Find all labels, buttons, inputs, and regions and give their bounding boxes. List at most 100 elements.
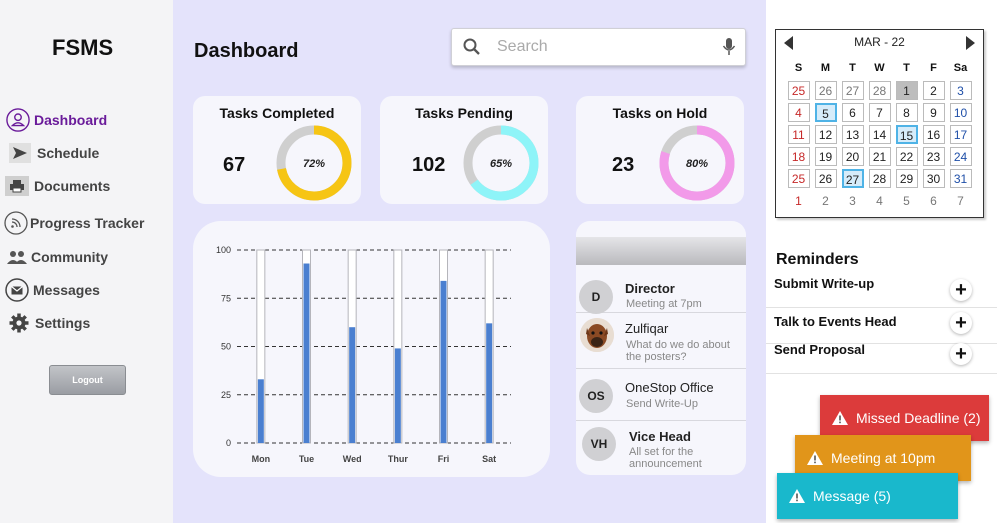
y-tick-label: 75	[221, 293, 231, 303]
notification-message[interactable]: Message (5)	[777, 473, 958, 519]
calendar-day-marked[interactable]: 27	[841, 169, 864, 188]
search-input[interactable]	[497, 38, 717, 56]
reminder-text: Send Proposal	[774, 342, 866, 357]
calendar-day[interactable]: 7	[949, 191, 972, 210]
bar-chart: 0 25 50 75 100 Mon Tue Wed Thur Fri Sat	[216, 245, 511, 464]
message-sender: Director	[625, 281, 675, 296]
calendar-day[interactable]: 27	[841, 81, 864, 100]
calendar-day[interactable]: 3	[841, 191, 864, 210]
calendar-day-marked[interactable]: 5	[814, 103, 837, 122]
calendar-month: MAR - 22	[854, 35, 905, 49]
calendar-day[interactable]: 14	[868, 125, 891, 144]
y-tick-label: 25	[221, 390, 231, 400]
weekday-label: S	[794, 62, 803, 74]
calendar-day[interactable]: 17	[949, 125, 972, 144]
calendar-day[interactable]: 25	[787, 81, 810, 100]
calendar-day[interactable]: 13	[841, 125, 864, 144]
calendar-day[interactable]: 18	[787, 147, 810, 166]
nav-dashboard[interactable]: Dashboard	[6, 106, 107, 134]
nav-documents-label: Documents	[34, 178, 111, 194]
avatar: VH	[582, 427, 616, 461]
page-title: Dashboard	[194, 40, 299, 62]
gear-icon	[8, 311, 30, 335]
calendar-day[interactable]: 28	[868, 169, 891, 188]
bar	[349, 327, 356, 443]
weekday-label: T	[903, 62, 910, 74]
notification-label: Missed Deadline (2)	[856, 410, 981, 426]
main-content: Dashboard Tasks Completed 67 72% Tasks P…	[173, 0, 766, 523]
calendar-day[interactable]: 2	[922, 81, 945, 100]
nav-settings[interactable]: Settings	[8, 309, 90, 337]
calendar-day[interactable]: 12	[814, 125, 837, 144]
calendar-day[interactable]: 28	[868, 81, 891, 100]
calendar-day[interactable]: 1	[787, 191, 810, 210]
send-icon	[9, 143, 31, 163]
stat-card-on-hold: Tasks on Hold 23 80%	[576, 96, 744, 204]
calendar-day[interactable]: 29	[895, 169, 918, 188]
calendar-day[interactable]: 4	[787, 103, 810, 122]
calendar-day[interactable]: 30	[922, 169, 945, 188]
calendar-day[interactable]: 31	[949, 169, 972, 188]
x-tick-label: Wed	[343, 454, 362, 464]
calendar-day[interactable]: 16	[922, 125, 945, 144]
nav-dashboard-label: Dashboard	[34, 112, 108, 128]
calendar-day[interactable]: 19	[814, 147, 837, 166]
stat-value: 67	[223, 154, 246, 176]
weekday-label: M	[820, 62, 831, 74]
stat-label: Tasks Pending	[415, 105, 513, 121]
calendar: MAR - 22 S M T W T F Sa 25 26 27 28 1 2 3 4 5 6 7 8 9 10 11 12…	[775, 29, 984, 218]
calendar-day[interactable]: 26	[814, 81, 837, 100]
calendar-day[interactable]: 25	[787, 169, 810, 188]
message-preview: All set for the announcement	[629, 446, 702, 470]
nav-messages[interactable]: Messages	[5, 276, 100, 304]
message-item[interactable]: Zulfiqar What do we do about the posters…	[576, 313, 746, 369]
add-reminder-button[interactable]: +	[950, 279, 972, 301]
calendar-day[interactable]: 3	[949, 81, 972, 100]
stat-label: Tasks Completed	[219, 105, 335, 121]
message-item[interactable]: OS OneStop Office Send Write-Up	[576, 369, 746, 421]
bar	[440, 280, 447, 443]
nav-progress-tracker[interactable]: Progress Tracker	[4, 209, 144, 237]
microphone-icon[interactable]	[721, 37, 737, 57]
reminder-item: Submit Write-up +	[766, 274, 997, 308]
calendar-day[interactable]: 20	[841, 147, 864, 166]
calendar-day[interactable]: 21	[868, 147, 891, 166]
calendar-day[interactable]: 22	[895, 147, 918, 166]
calendar-day[interactable]: 8	[895, 103, 918, 122]
stat-value: 23	[612, 154, 635, 176]
weekday-label: Sa	[953, 62, 968, 74]
message-item[interactable]: VH Vice Head All set for the announcemen…	[576, 421, 746, 475]
calendar-day[interactable]: 23	[922, 147, 945, 166]
calendar-day[interactable]: 6	[922, 191, 945, 210]
calendar-day[interactable]: 11	[787, 125, 810, 144]
stat-card-completed: Tasks Completed 67 72%	[193, 96, 361, 204]
logout-button[interactable]: Logout	[49, 365, 126, 395]
calendar-day[interactable]: 26	[814, 169, 837, 188]
calendar-day[interactable]: 7	[868, 103, 891, 122]
calendar-day[interactable]: 6	[841, 103, 864, 122]
message-item[interactable]: D Director Meeting at 7pm	[576, 273, 746, 314]
y-tick-label: 100	[216, 245, 231, 255]
nav-schedule[interactable]: Schedule	[9, 139, 99, 167]
weekday-label: T	[849, 62, 856, 74]
x-tick-label: Sat	[482, 454, 496, 464]
calendar-day-marked[interactable]: 15	[895, 125, 918, 144]
add-reminder-button[interactable]: +	[950, 343, 972, 365]
calendar-day[interactable]: 2	[814, 191, 837, 210]
calendar-day[interactable]: 1	[895, 81, 918, 100]
nav-documents[interactable]: Documents	[5, 172, 110, 200]
progress-ring-completed: 72%	[276, 125, 352, 201]
messages-header	[576, 237, 746, 265]
calendar-next-icon[interactable]	[966, 36, 975, 50]
calendar-day[interactable]: 24	[949, 147, 972, 166]
brand-logo: FSMS	[52, 35, 114, 60]
calendar-day[interactable]: 10	[949, 103, 972, 122]
nav-community[interactable]: Community	[7, 243, 108, 271]
dog-avatar-icon	[580, 318, 614, 352]
avatar: D	[579, 280, 613, 314]
calendar-day[interactable]: 4	[868, 191, 891, 210]
add-reminder-button[interactable]: +	[950, 312, 972, 334]
calendar-day[interactable]: 5	[895, 191, 918, 210]
calendar-day[interactable]: 9	[922, 103, 945, 122]
progress-ring-on-hold: 80%	[659, 125, 735, 201]
